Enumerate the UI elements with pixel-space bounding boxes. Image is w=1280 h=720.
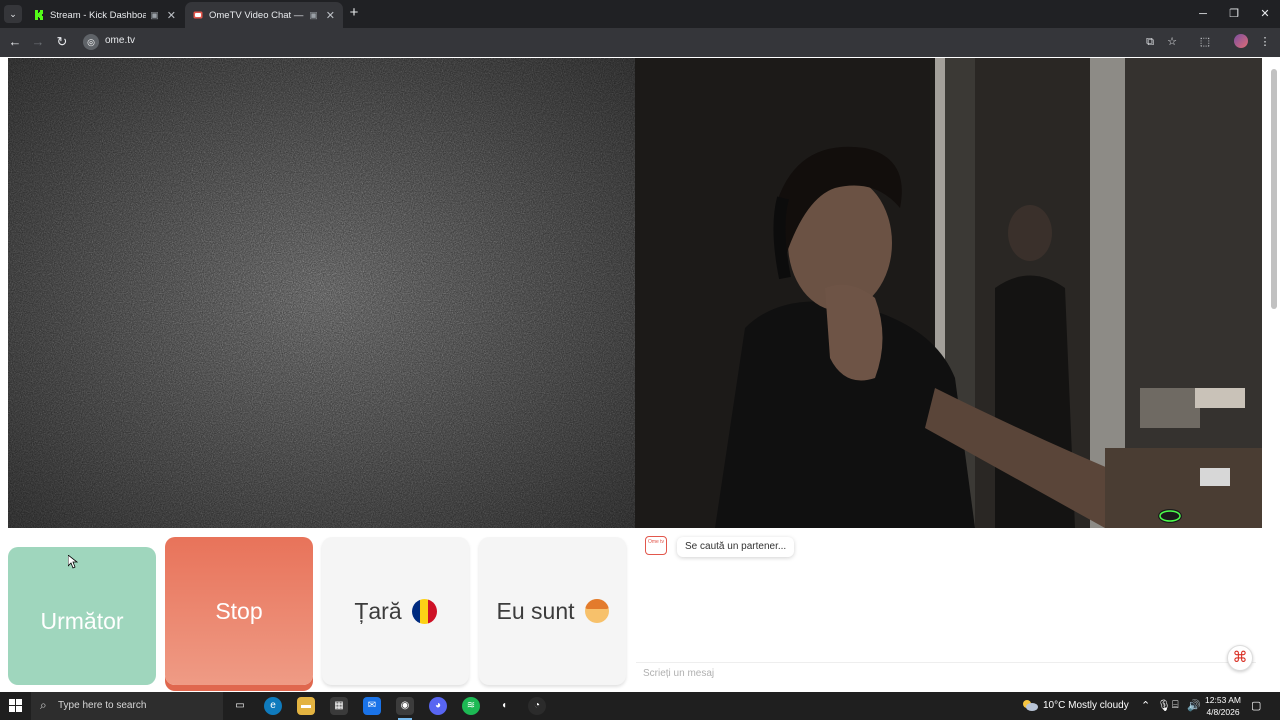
system-message: Se caută un partener... bbox=[677, 537, 795, 557]
country-button-label: Țară bbox=[354, 597, 402, 624]
gender-select-button[interactable]: Eu sunt bbox=[479, 537, 626, 685]
next-button-label: Următor bbox=[40, 607, 124, 634]
tab-strip: ⌄ Stream - Kick Dashboard ▣ ✕ OmeTV Vide… bbox=[0, 0, 1280, 28]
windows-start-icon[interactable] bbox=[9, 699, 23, 713]
static-noise-image bbox=[8, 58, 635, 528]
back-arrow-icon[interactable]: ← bbox=[7, 34, 23, 50]
boy-face-icon bbox=[584, 599, 609, 623]
ometv-icon bbox=[193, 11, 203, 19]
stop-button[interactable]: Stop bbox=[165, 537, 313, 685]
tab-kick-dashboard[interactable]: Stream - Kick Dashboard ▣ ✕ bbox=[26, 2, 184, 28]
tab-media-icon[interactable]: ▣ bbox=[150, 10, 159, 21]
volume-icon[interactable]: 🔊 bbox=[1187, 699, 1201, 712]
minimize-button[interactable]: ─ bbox=[1187, 0, 1219, 28]
file-explorer-icon[interactable]: ▬ bbox=[297, 697, 315, 715]
page-scrollbar[interactable] bbox=[1268, 57, 1280, 692]
microsoft-store-icon[interactable]: ▦ bbox=[330, 697, 348, 715]
forward-arrow-icon[interactable]: → bbox=[30, 34, 46, 50]
obs-icon[interactable]: ◔ bbox=[528, 697, 546, 715]
message-input[interactable]: Scrieți un mesaj bbox=[636, 662, 1256, 686]
kick-icon bbox=[34, 10, 44, 20]
clock-date: 4/8/2026 bbox=[1206, 707, 1240, 717]
mail-icon[interactable]: ✉ bbox=[363, 697, 381, 715]
install-app-icon[interactable]: ⧉ bbox=[1142, 34, 1158, 50]
acrobat-pdf-icon[interactable]: ⌘ bbox=[1227, 645, 1253, 671]
mouse-software-icon[interactable]: ◖ bbox=[495, 697, 513, 715]
taskbar-clock[interactable]: 12:53 AM 4/8/2026 bbox=[1203, 694, 1243, 718]
address-bar[interactable]: ◎ ome.tv bbox=[80, 31, 1130, 53]
scrollbar-thumb[interactable] bbox=[1271, 69, 1277, 309]
tab-title: OmeTV Video Chat — Om bbox=[209, 9, 305, 21]
microphone-icon[interactable]: 🎙 bbox=[1157, 699, 1171, 712]
tab-ometv[interactable]: OmeTV Video Chat — Om ▣ ✕ bbox=[185, 2, 343, 28]
taskbar-search-box[interactable]: ⌕ Type here to search bbox=[31, 692, 223, 720]
tray-chevron-icon[interactable]: ⌃ bbox=[1141, 699, 1150, 712]
new-tab-button[interactable]: + bbox=[346, 5, 362, 21]
gender-button-label: Eu sunt bbox=[496, 597, 575, 624]
close-tab-icon[interactable]: ✕ bbox=[167, 9, 176, 22]
extensions-icon[interactable]: ⬚ bbox=[1197, 34, 1213, 50]
next-button[interactable]: Următor bbox=[8, 547, 156, 685]
chrome-icon[interactable]: ◉ bbox=[396, 697, 414, 720]
taskbar-search-placeholder: Type here to search bbox=[58, 700, 147, 711]
site-info-icon[interactable]: ◎ bbox=[83, 34, 99, 50]
weather-text[interactable]: 10°C Mostly cloudy bbox=[1043, 700, 1129, 711]
windows-taskbar: ⌕ Type here to search ▭ e ▬ ▦ ✉ ◉ ◕ ≋ ◖ … bbox=[0, 692, 1280, 720]
webcam-image bbox=[635, 58, 1262, 528]
close-window-button[interactable]: ✕ bbox=[1249, 0, 1280, 28]
notification-icon[interactable]: ▢ bbox=[1251, 699, 1261, 712]
restore-button[interactable]: ❐ bbox=[1218, 0, 1250, 28]
tab-media-icon[interactable]: ▣ bbox=[309, 10, 318, 21]
profile-avatar[interactable] bbox=[1234, 34, 1248, 48]
self-webcam-video bbox=[635, 58, 1262, 528]
romania-flag-icon bbox=[411, 598, 437, 624]
country-select-button[interactable]: Țară bbox=[322, 537, 469, 685]
url-text[interactable]: ome.tv bbox=[105, 35, 135, 46]
spotify-icon[interactable]: ≋ bbox=[462, 697, 480, 715]
network-icon[interactable]: ⌸ bbox=[1172, 699, 1179, 712]
search-icon: ⌕ bbox=[40, 698, 47, 712]
menu-kebab-icon[interactable]: ⋮ bbox=[1257, 34, 1273, 50]
clock-time: 12:53 AM bbox=[1205, 695, 1241, 705]
browser-toolbar: ← → ↻ ◎ ome.tv ⧉ ☆ ⬚ ⋮ bbox=[0, 28, 1280, 57]
bookmark-star-icon[interactable]: ☆ bbox=[1164, 34, 1180, 50]
tab-search-button[interactable]: ⌄ bbox=[4, 5, 22, 23]
tab-title: Stream - Kick Dashboard bbox=[50, 9, 147, 21]
ometv-logo-icon: Ome tv bbox=[645, 536, 667, 555]
cloudy-weather-icon bbox=[1023, 700, 1038, 711]
message-placeholder: Scrieți un mesaj bbox=[643, 668, 715, 679]
mouse-cursor-icon bbox=[68, 555, 78, 569]
stop-button-label: Stop bbox=[215, 597, 263, 624]
edge-icon[interactable]: e bbox=[264, 697, 282, 715]
task-view-icon[interactable]: ▭ bbox=[231, 697, 249, 715]
discord-icon[interactable]: ◕ bbox=[429, 697, 447, 715]
close-tab-icon[interactable]: ✕ bbox=[326, 9, 335, 22]
partner-video-placeholder bbox=[8, 58, 635, 528]
reload-icon[interactable]: ↻ bbox=[54, 34, 70, 50]
